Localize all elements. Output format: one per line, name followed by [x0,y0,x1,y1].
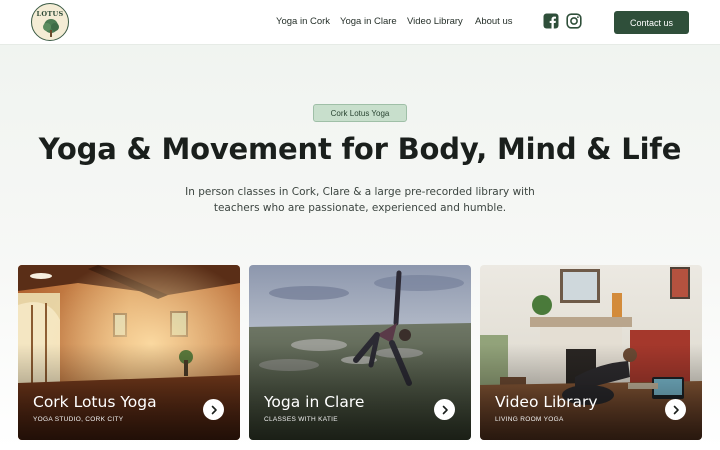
card-cork-lotus-yoga[interactable]: Cork Lotus Yoga YOGA STUDIO, CORK CITY [18,265,240,440]
card-yoga-in-clare[interactable]: Yoga in Clare CLASSES WITH KATIE [249,265,471,440]
card-title: Video Library [495,393,598,411]
instagram-icon[interactable] [566,13,582,33]
nav-video-library[interactable]: Video Library [407,16,463,27]
card-title: Yoga in Clare [264,393,365,411]
card-subtitle: CLASSES WITH KATIE [264,416,338,423]
card-subtitle: LIVING ROOM YOGA [495,416,564,423]
site-logo[interactable]: LOTUS [31,3,69,41]
hero-badge: Cork Lotus Yoga [313,104,407,122]
facebook-icon[interactable] [543,13,559,33]
logo-text: LOTUS [36,10,64,18]
chevron-right-icon[interactable] [665,399,686,420]
hero-subtitle-line-1: In person classes in Cork, Clare & a lar… [185,186,535,198]
site-header: LOTUS Yoga in Cork Yoga in Clare Video L… [0,0,720,45]
chevron-right-icon[interactable] [434,399,455,420]
card-title: Cork Lotus Yoga [33,393,157,411]
hero-subtitle-line-2: teachers who are passionate, experienced… [213,202,507,214]
tree-icon [43,19,59,37]
contact-us-button[interactable]: Contact us [614,11,689,34]
hero-title: Yoga & Movement for Body, Mind & Life [38,132,682,166]
card-subtitle: YOGA STUDIO, CORK CITY [33,416,124,423]
hero-subtitle: In person classes in Cork, Clare & a lar… [160,184,560,216]
nav-yoga-in-clare[interactable]: Yoga in Clare [340,16,397,27]
nav-about-us[interactable]: About us [475,16,513,27]
nav-yoga-in-cork[interactable]: Yoga in Cork [276,16,330,27]
card-video-library[interactable]: Video Library LIVING ROOM YOGA [480,265,702,440]
chevron-right-icon[interactable] [203,399,224,420]
